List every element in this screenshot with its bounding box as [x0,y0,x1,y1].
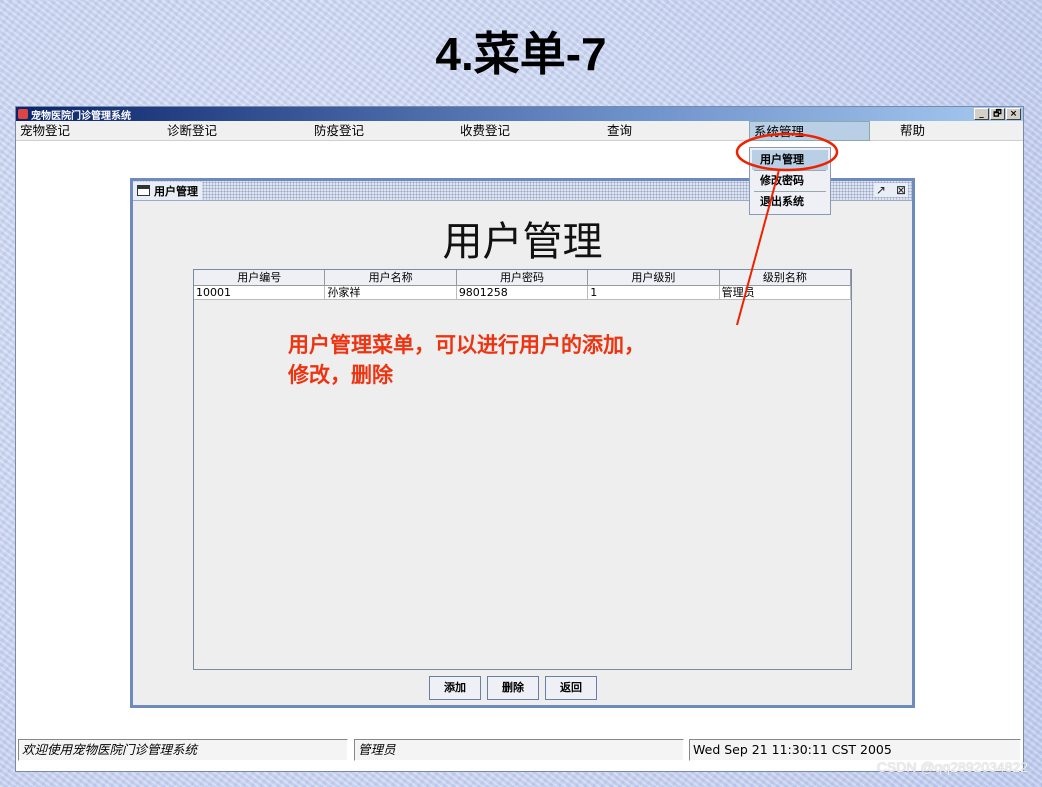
menu-system-management[interactable]: 系统管理 [749,121,870,141]
cell-user-password[interactable]: 9801258 [456,286,589,300]
frame-controls: ↗ ⊠ [873,183,908,197]
minimize-button[interactable]: _ [974,108,989,120]
menubar: 宠物登记 诊断登记 防疫登记 收费登记 查询 系统管理 帮助 [16,121,1023,141]
app-window: 宠物医院门诊管理系统 _ 🗗 × 宠物登记 诊断登记 防疫登记 收费登记 查询 … [15,106,1024,772]
maximize-button[interactable]: 🗗 [990,108,1005,120]
status-datetime: Wed Sep 21 11:30:11 CST 2005 [689,739,1021,761]
status-welcome: 欢迎使用宠物医院门诊管理系统 [18,739,348,761]
status-user: 管理员 [354,739,684,761]
menu-vaccination-register[interactable]: 防疫登记 [314,121,364,141]
col-user-level[interactable]: 用户级别 [588,270,720,286]
col-user-name[interactable]: 用户名称 [325,270,457,286]
page-heading: 用户管理 [442,219,603,265]
table-row[interactable]: 10001 孙家祥 9801258 1 管理员 [194,286,852,300]
cell-level-name[interactable]: 管理员 [719,286,852,300]
user-management-frame: 用户管理 ↗ ⊠ 用户管理 用户编号 用户名称 用户密码 用户级别 级别名称 1… [130,178,915,708]
menu-item-user-management[interactable]: 用户管理 [752,150,828,170]
app-title: 宠物医院门诊管理系统 [31,110,131,122]
cell-user-name[interactable]: 孙家祥 [325,286,457,300]
menu-billing-register[interactable]: 收费登记 [460,121,510,141]
close-icon[interactable]: ⊠ [896,183,906,197]
col-user-id[interactable]: 用户编号 [194,270,326,286]
restore-icon[interactable]: ↗ [876,183,886,197]
frame-title: 用户管理 [154,184,198,198]
slide-title: 4.菜单-7 [435,28,607,80]
back-button[interactable]: 返回 [545,676,597,700]
menu-diagnosis-register[interactable]: 诊断登记 [167,121,217,141]
delete-button[interactable]: 删除 [487,676,539,700]
menu-item-exit-system[interactable]: 退出系统 [752,192,828,212]
annotation-line-1: 用户管理菜单，可以进行用户的添加， [288,332,645,357]
add-button[interactable]: 添加 [429,676,481,700]
menu-query[interactable]: 查询 [607,121,632,141]
java-app-icon [18,109,28,119]
frame-title-wrap: 用户管理 [133,181,202,200]
system-menu-dropdown: 用户管理 修改密码 退出系统 [749,147,831,215]
col-user-password[interactable]: 用户密码 [456,270,589,286]
cell-user-level[interactable]: 1 [588,286,720,300]
menu-help[interactable]: 帮助 [900,121,925,141]
window-icon [137,185,150,196]
annotation-line-2: 修改，删除 [288,362,393,387]
table-header: 用户编号 用户名称 用户密码 用户级别 级别名称 [194,270,852,286]
close-button[interactable]: × [1006,108,1021,120]
watermark: CSDN @qq2892034822 [876,759,1028,775]
cell-user-id[interactable]: 10001 [194,286,326,300]
col-level-name[interactable]: 级别名称 [719,270,852,286]
menu-pet-register[interactable]: 宠物登记 [20,121,70,141]
menu-item-change-password[interactable]: 修改密码 [752,171,828,191]
window-controls: _ 🗗 × [974,108,1021,120]
statusbar: 欢迎使用宠物医院门诊管理系统 管理员 Wed Sep 21 11:30:11 C… [16,739,1023,761]
button-bar: 添加 删除 返回 [429,676,597,700]
annotation-text: 用户管理菜单，可以进行用户的添加， 修改，删除 [288,330,758,390]
app-titlebar[interactable]: 宠物医院门诊管理系统 _ 🗗 × [16,107,1023,122]
